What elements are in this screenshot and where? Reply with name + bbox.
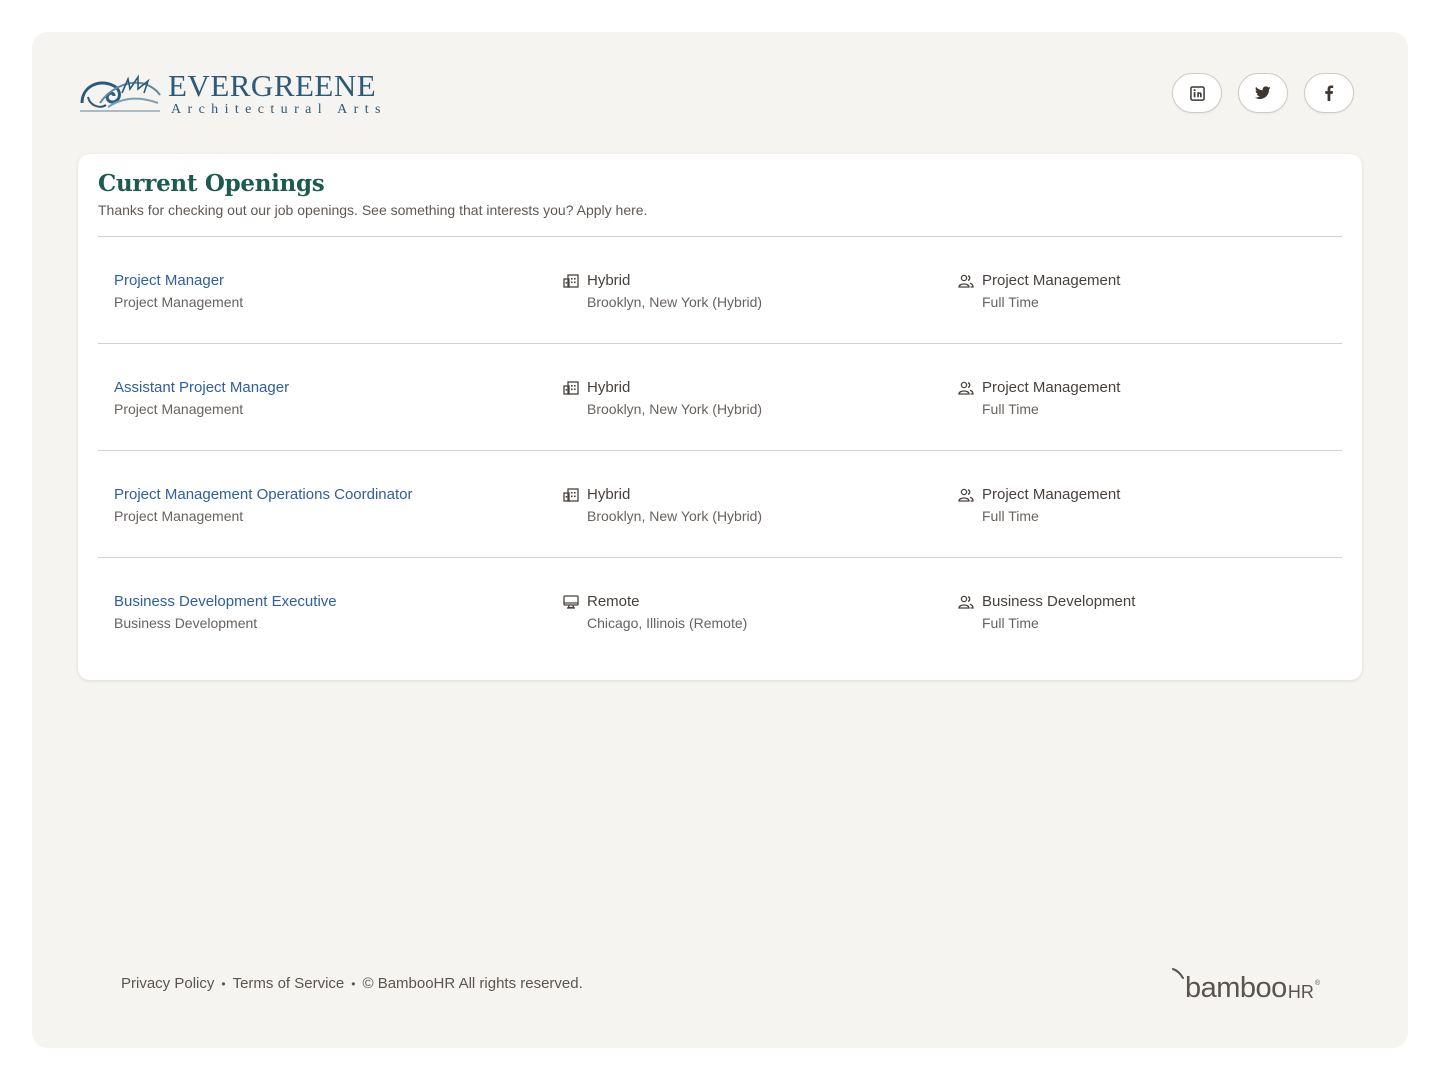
copyright-text: © BambooHR All rights reserved.: [362, 975, 583, 992]
job-title-link[interactable]: Project Management Operations Coordinato…: [114, 486, 413, 503]
terms-of-service-link[interactable]: Terms of Service: [233, 975, 345, 992]
bamboo-leaf-icon: [1172, 968, 1185, 1003]
twitter-button[interactable]: [1238, 73, 1288, 113]
page-title: Current Openings: [98, 170, 325, 197]
logo-subtitle: Architectural Arts: [171, 102, 387, 117]
work-type: Hybrid: [587, 379, 631, 396]
job-row: Project Manager Project Management Hybri…: [98, 237, 1342, 344]
acanthus-leaf-icon: [78, 73, 162, 115]
openings-card: Current Openings Thanks for checking out…: [78, 154, 1362, 680]
company-logo[interactable]: EVERGREENE Architectural Arts: [78, 70, 387, 117]
job-location: Brooklyn, New York (Hybrid): [587, 508, 763, 524]
job-department: Project Management: [114, 294, 244, 310]
footer-links: Privacy Policy • Terms of Service • © Ba…: [121, 975, 583, 992]
bamboohr-logo[interactable]: bamboo HR ®: [1172, 968, 1320, 1003]
building-icon: [562, 379, 580, 397]
job-team: Project Management: [982, 272, 1121, 289]
linkedin-icon: [1189, 85, 1205, 101]
job-row: Project Management Operations Coordinato…: [98, 451, 1342, 558]
people-icon: [957, 272, 975, 290]
job-title-link[interactable]: Project Manager: [114, 272, 224, 289]
building-icon: [562, 486, 580, 504]
facebook-icon: [1324, 85, 1334, 101]
people-icon: [957, 593, 975, 611]
logo-name: EVERGREENE: [168, 68, 377, 103]
monitor-icon: [562, 593, 580, 611]
work-type: Hybrid: [587, 486, 631, 503]
job-team: Business Development: [982, 593, 1136, 610]
job-department: Business Development: [114, 615, 258, 631]
privacy-policy-link[interactable]: Privacy Policy: [121, 975, 214, 992]
people-icon: [957, 486, 975, 504]
job-title-link[interactable]: Business Development Executive: [114, 593, 337, 610]
work-type: Hybrid: [587, 272, 631, 289]
job-title-link[interactable]: Assistant Project Manager: [114, 379, 289, 396]
linkedin-button[interactable]: [1172, 73, 1222, 113]
job-department: Project Management: [114, 508, 244, 524]
page-frame: EVERGREENE Architectural Arts Current Op…: [32, 32, 1408, 1048]
job-team: Project Management: [982, 486, 1121, 503]
job-list: Project Manager Project Management Hybri…: [98, 236, 1342, 664]
page-subtitle: Thanks for checking out our job openings…: [98, 202, 648, 218]
job-location: Brooklyn, New York (Hybrid): [587, 294, 763, 310]
facebook-button[interactable]: [1304, 73, 1354, 113]
building-icon: [562, 272, 580, 290]
job-location: Brooklyn, New York (Hybrid): [587, 401, 763, 417]
bamboohr-hr: HR: [1287, 982, 1314, 1002]
social-links: [1172, 73, 1354, 113]
job-team: Project Management: [982, 379, 1121, 396]
employment-type: Full Time: [982, 401, 1039, 417]
work-type: Remote: [587, 593, 640, 610]
job-department: Project Management: [114, 401, 244, 417]
people-icon: [957, 379, 975, 397]
registered-mark: ®: [1314, 980, 1320, 987]
employment-type: Full Time: [982, 508, 1039, 524]
bamboohr-wordmark: bamboo: [1185, 972, 1287, 1004]
job-row: Assistant Project Manager Project Manage…: [98, 344, 1342, 451]
job-location: Chicago, Illinois (Remote): [587, 615, 748, 631]
job-row: Business Development Executive Business …: [98, 558, 1342, 664]
footer-separator: •: [221, 976, 226, 991]
footer-separator: •: [351, 976, 356, 991]
employment-type: Full Time: [982, 294, 1039, 310]
employment-type: Full Time: [982, 615, 1039, 631]
twitter-icon: [1255, 86, 1271, 100]
